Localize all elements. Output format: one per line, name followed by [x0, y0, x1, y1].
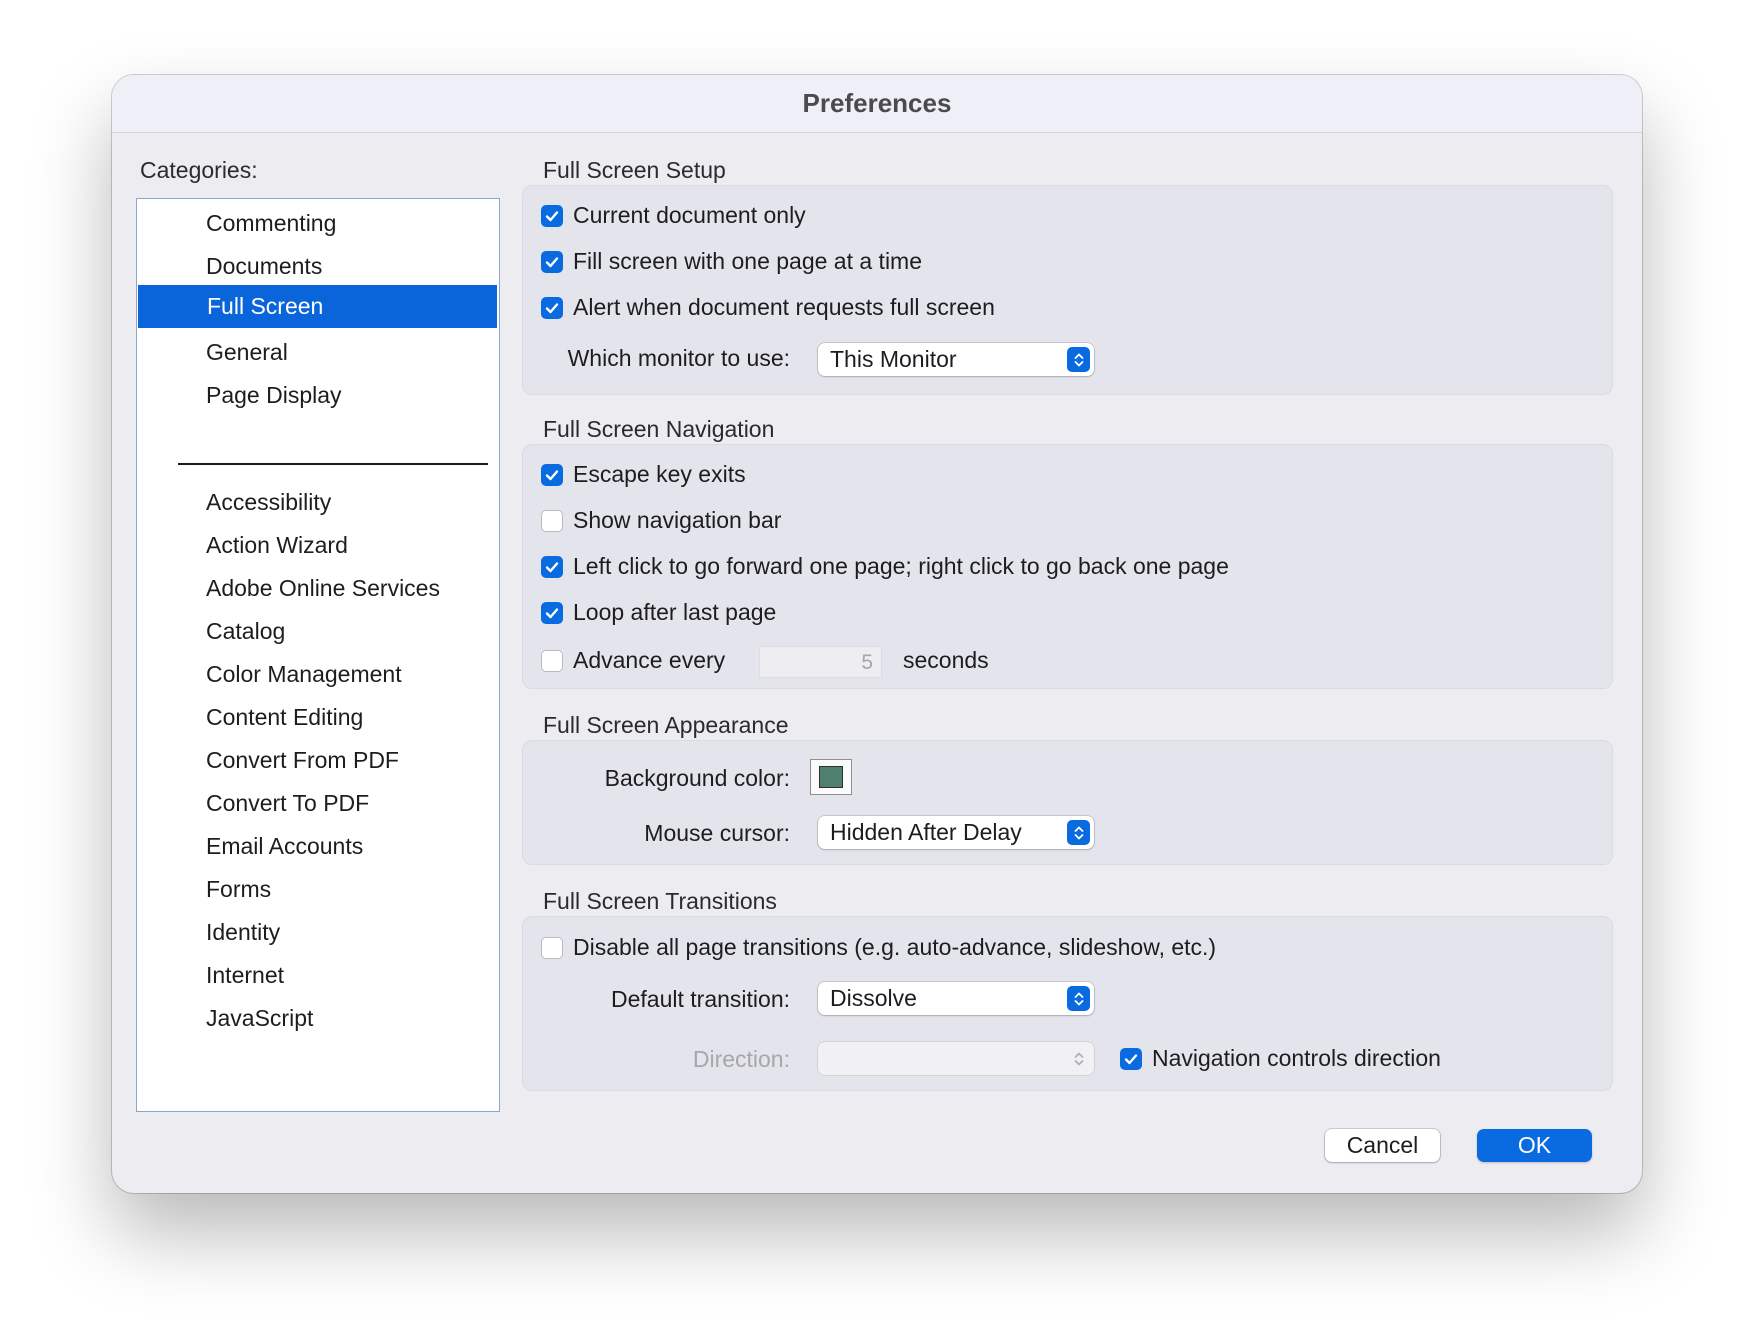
setup-section-title: Full Screen Setup: [543, 157, 726, 183]
checkmark-icon[interactable]: [541, 463, 563, 486]
checkmark-icon[interactable]: [541, 601, 563, 624]
show-nav-bar-label: Show navigation bar: [573, 507, 782, 533]
left-click-checkbox[interactable]: Left click to go forward one page; right…: [541, 553, 1229, 580]
chevron-up-down-icon: [1067, 986, 1090, 1011]
advance-seconds-input[interactable]: 5: [759, 646, 882, 678]
alert-full-screen-checkbox[interactable]: Alert when document requests full screen: [541, 294, 995, 321]
monitor-select-value: This Monitor: [830, 346, 957, 372]
category-content-editing[interactable]: Content Editing: [137, 693, 499, 741]
default-transition-select-value: Dissolve: [830, 985, 917, 1011]
category-action-wizard[interactable]: Action Wizard: [137, 521, 499, 569]
chevron-up-down-icon: [1067, 347, 1090, 372]
advance-every-checkbox[interactable]: Advance every: [541, 647, 725, 674]
category-catalog[interactable]: Catalog: [137, 607, 499, 655]
left-click-label: Left click to go forward one page; right…: [573, 553, 1229, 579]
category-forms[interactable]: Forms: [137, 865, 499, 913]
cancel-button[interactable]: Cancel: [1325, 1129, 1440, 1162]
appearance-section-title: Full Screen Appearance: [543, 712, 789, 738]
checkmark-icon[interactable]: [541, 555, 563, 578]
preferences-window: Preferences Categories: Commenting Docum…: [112, 75, 1642, 1193]
checkbox-box[interactable]: [541, 649, 563, 672]
checkbox-box[interactable]: [541, 509, 563, 532]
color-swatch-fill: [819, 766, 843, 788]
checkbox-box[interactable]: [541, 936, 563, 959]
monitor-select[interactable]: This Monitor: [818, 343, 1094, 376]
default-transition-label: Default transition:: [611, 986, 790, 1012]
chevron-up-down-icon: [1067, 820, 1090, 845]
current-document-only-checkbox[interactable]: Current document only: [541, 202, 806, 229]
fill-screen-label: Fill screen with one page at a time: [573, 248, 923, 274]
ok-button[interactable]: OK: [1477, 1129, 1592, 1162]
checkmark-icon[interactable]: [541, 250, 563, 273]
checkmark-icon[interactable]: [541, 204, 563, 227]
category-documents[interactable]: Documents: [137, 242, 499, 290]
category-convert-from-pdf[interactable]: Convert From PDF: [137, 736, 499, 784]
default-transition-select[interactable]: Dissolve: [818, 982, 1094, 1015]
category-page-display[interactable]: Page Display: [137, 371, 499, 419]
disable-transitions-label: Disable all page transitions (e.g. auto-…: [573, 934, 1217, 960]
category-full-screen[interactable]: Full Screen: [138, 285, 497, 328]
category-accessibility[interactable]: Accessibility: [137, 478, 499, 526]
navigation-section-title: Full Screen Navigation: [543, 416, 775, 442]
escape-exits-label: Escape key exits: [573, 461, 746, 487]
categories-label: Categories:: [140, 157, 258, 183]
escape-exits-checkbox[interactable]: Escape key exits: [541, 461, 746, 488]
window-title: Preferences: [802, 88, 952, 118]
category-identity[interactable]: Identity: [137, 908, 499, 956]
disable-transitions-checkbox[interactable]: Disable all page transitions (e.g. auto-…: [541, 934, 1216, 961]
checkmark-icon[interactable]: [541, 296, 563, 319]
category-javascript[interactable]: JavaScript: [137, 994, 499, 1042]
direction-label: Direction:: [692, 1046, 790, 1072]
seconds-label: seconds: [903, 647, 989, 673]
category-internet[interactable]: Internet: [137, 951, 499, 999]
mouse-cursor-label: Mouse cursor:: [644, 820, 790, 846]
loop-checkbox[interactable]: Loop after last page: [541, 599, 776, 626]
show-nav-bar-checkbox[interactable]: Show navigation bar: [541, 507, 781, 534]
direction-select[interactable]: [818, 1042, 1094, 1075]
category-commenting[interactable]: Commenting: [137, 199, 499, 247]
category-color-management[interactable]: Color Management: [137, 650, 499, 698]
mouse-cursor-select[interactable]: Hidden After Delay: [818, 816, 1094, 849]
checkmark-icon[interactable]: [1120, 1047, 1142, 1070]
navigation-controls-direction-label: Navigation controls direction: [1152, 1045, 1441, 1071]
advance-every-label: Advance every: [573, 647, 726, 673]
background-color-label: Background color:: [604, 765, 790, 791]
monitor-label: Which monitor to use:: [567, 345, 790, 371]
transitions-section-title: Full Screen Transitions: [543, 888, 777, 914]
category-email-accounts[interactable]: Email Accounts: [137, 822, 499, 870]
navigation-controls-direction-checkbox[interactable]: Navigation controls direction: [1120, 1045, 1441, 1072]
mouse-cursor-select-value: Hidden After Delay: [830, 819, 1022, 845]
chevron-up-down-icon: [1067, 1046, 1090, 1071]
category-general[interactable]: General: [137, 328, 499, 376]
fill-screen-checkbox[interactable]: Fill screen with one page at a time: [541, 248, 922, 275]
background-color-swatch[interactable]: [810, 759, 852, 795]
loop-label: Loop after last page: [573, 599, 777, 625]
categories-list[interactable]: Commenting Documents Full Screen General…: [136, 198, 500, 1112]
title-bar[interactable]: Preferences: [112, 75, 1642, 133]
category-divider: [178, 463, 488, 465]
alert-full-screen-label: Alert when document requests full screen: [573, 294, 995, 320]
category-convert-to-pdf[interactable]: Convert To PDF: [137, 779, 499, 827]
category-adobe-online-services[interactable]: Adobe Online Services: [137, 564, 499, 612]
current-document-only-label: Current document only: [573, 202, 806, 228]
